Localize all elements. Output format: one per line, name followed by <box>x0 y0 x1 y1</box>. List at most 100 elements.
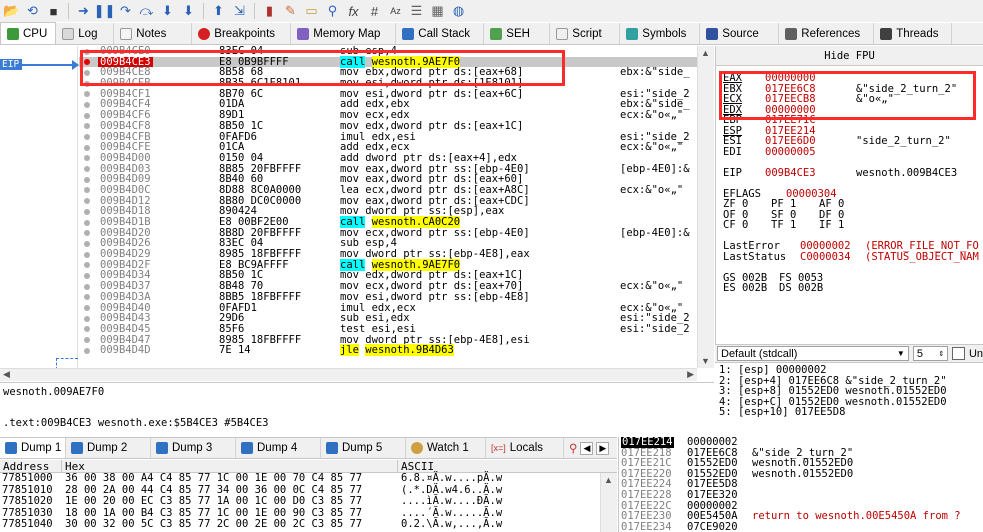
breakpoint-dot-icon[interactable] <box>84 144 90 151</box>
tab-log[interactable]: Log <box>56 23 115 44</box>
scroll-up-icon[interactable]: ▲ <box>604 475 613 485</box>
animate-icon[interactable]: ⇲ <box>230 2 249 21</box>
tab-dump-5[interactable]: Dump 5 <box>321 438 406 458</box>
tab-references[interactable]: References <box>779 23 875 44</box>
register-value[interactable]: C0000034 <box>800 251 851 263</box>
breakpoint-dot-icon[interactable] <box>84 155 90 162</box>
bookmark-icon[interactable]: ⚲ <box>323 2 342 21</box>
argument-row[interactable]: 5: [esp+10] 017EE5D8 <box>719 407 983 418</box>
dump-scrollbar[interactable]: ▲ <box>600 473 617 532</box>
scroll-up-icon[interactable]: ▲ <box>701 48 710 58</box>
register-row[interactable]: EIP 009B4CE3 wesnoth.009B4CE3 <box>723 167 983 179</box>
breakpoint-dot-icon[interactable] <box>84 272 90 279</box>
hash-icon[interactable]: # <box>365 2 384 21</box>
stack-view[interactable]: 017EE214 00000002 017EE218 017EE6C8 &"side_2… <box>618 437 983 532</box>
breakpoint-dot-icon[interactable] <box>84 294 90 301</box>
breakpoint-dot-icon[interactable] <box>84 315 90 322</box>
breakpoint-dot-icon[interactable] <box>84 347 90 354</box>
step-into-icon[interactable]: ↷ <box>116 2 135 21</box>
call-target[interactable]: wesnoth.9B4D63 <box>365 344 454 357</box>
disasm-row[interactable]: 009B4CF8 8B50 1C mov edx,dword ptr ds:[eax… <box>79 121 697 132</box>
open-icon[interactable]: 📂 <box>2 2 21 21</box>
tab-left-icon[interactable]: ◀ <box>580 441 594 455</box>
register-value[interactable]: PF 1 <box>771 199 796 210</box>
arg-count-spinner[interactable]: 5 ⇕ <box>912 346 949 361</box>
register-value[interactable]: TF 1 <box>771 220 796 231</box>
calculator-icon[interactable]: ▦ <box>428 2 447 21</box>
breakpoint-dot-icon[interactable] <box>84 230 90 237</box>
breakpoint-dot-icon[interactable] <box>84 123 90 130</box>
trace-record-icon[interactable]: ⬆ <box>209 2 228 21</box>
tab-dump-1[interactable]: Dump 1 <box>0 438 66 458</box>
font-icon[interactable]: Az <box>386 2 405 21</box>
dump-row[interactable]: 77851000 36 00 38 00 A4 C4 85 77 1C 00 1E… <box>0 472 617 485</box>
breakpoint-dot-icon[interactable] <box>84 240 90 247</box>
breakpoint-dot-icon[interactable] <box>84 283 90 290</box>
breakpoint-dot-icon[interactable] <box>84 337 90 344</box>
argument-row[interactable]: 1: [esp] 00000002 <box>719 365 983 376</box>
arguments-view[interactable]: 1: [esp] 00000002 2: [esp+4] 017EE6C8 &"s… <box>715 362 983 434</box>
tab-memory-map[interactable]: Memory Map <box>291 23 397 44</box>
register-row[interactable]: LastStatus C0000034 (STATUS_OBJECT_NAM <box>723 251 983 263</box>
register-row[interactable]: CF 0 TF 1 IF 1 <box>723 220 983 231</box>
tab-dump-4[interactable]: Dump 4 <box>236 438 321 458</box>
dump-row[interactable]: 77851040 30 00 32 00 5C C3 85 77 2C 00 2E… <box>0 518 617 531</box>
stack-row[interactable]: 017EE228 017EE320 <box>619 490 983 501</box>
tab-symbols[interactable]: Symbols <box>620 23 701 44</box>
breakpoint-dot-icon[interactable] <box>84 251 90 258</box>
scroll-left-icon[interactable]: ◀ <box>3 369 10 380</box>
breakpoint-dot-icon[interactable] <box>84 91 90 98</box>
register-row[interactable] <box>723 157 983 168</box>
patch-icon[interactable]: ▮ <box>260 2 279 21</box>
tab-cpu[interactable]: CPU <box>0 22 57 44</box>
comment-icon[interactable]: ✎ <box>281 2 300 21</box>
breakpoint-dot-icon[interactable] <box>84 326 90 333</box>
breakpoint-dot-icon[interactable] <box>84 166 90 173</box>
tab-seh[interactable]: SEH <box>484 23 551 44</box>
breakpoint-dot-icon[interactable] <box>84 176 90 183</box>
tab-watch-1[interactable]: Watch 1 <box>406 438 486 458</box>
list-icon[interactable]: ☰ <box>407 2 426 21</box>
stack-row[interactable]: 017EE224 017EE5D8 <box>619 479 983 490</box>
tab-call-stack[interactable]: Call Stack <box>396 23 485 44</box>
dump-row[interactable]: 77851020 1E 00 20 00 EC C3 85 77 1A 00 1C… <box>0 495 617 508</box>
breakpoint-dot-icon[interactable] <box>84 208 90 215</box>
globe-icon[interactable]: ◍ <box>449 2 468 21</box>
run-icon[interactable]: ➜ <box>74 2 93 21</box>
stack-row[interactable]: 017EE234 07CE9020 <box>619 522 983 532</box>
tab-threads[interactable]: Threads <box>874 23 953 44</box>
tab-breakpoints[interactable]: Breakpoints <box>192 23 292 44</box>
scroll-down-icon[interactable]: ▼ <box>701 356 710 366</box>
breakpoint-dot-icon[interactable] <box>84 134 90 140</box>
register-row[interactable]: ES 002B DS 002B <box>723 283 983 294</box>
register-row[interactable]: ZF 0 PF 1 AF 0 <box>723 199 983 210</box>
call-convention-select[interactable]: Default (stdcall) ▼ <box>717 346 909 361</box>
disasm-row[interactable]: 009B4D4D 7E 14 jle wesnoth.9B4D63 <box>79 344 697 357</box>
disassembly-scrollbar[interactable]: ▲ ▼ <box>697 46 714 368</box>
disassembly-hscrollbar[interactable]: ◀ ▶ <box>0 368 697 381</box>
dump-view[interactable]: Address Hex ASCII 77851000 36 00 38 00 A4… <box>0 460 617 532</box>
register-row[interactable]: OF 0 SF 0 DF 0 <box>723 209 983 221</box>
register-value[interactable]: 017EE6D0 <box>765 136 816 147</box>
stack-row[interactable]: 017EE230 00E5450A return to wesnoth.00E545… <box>619 511 983 522</box>
register-row[interactable]: EDI 00000005 <box>723 146 983 158</box>
breakpoint-dot-icon[interactable] <box>84 198 90 205</box>
tab-source[interactable]: Source <box>700 23 780 44</box>
struct-icon[interactable]: ⚲ <box>569 441 577 455</box>
register-row[interactable] <box>723 262 983 273</box>
register-value[interactable]: DS 002B <box>779 283 823 294</box>
disasm-row[interactable]: 009B4D00 0150 04 add dword ptr ds:[eax+4],… <box>79 153 697 164</box>
register-value[interactable]: 00000005 <box>765 146 816 158</box>
tab-script[interactable]: Script <box>550 23 621 44</box>
disasm-row[interactable]: 009B4D3A 8BB5 18FBFFFF mov esi,dword ptr s… <box>79 292 697 303</box>
disasm-row[interactable]: 009B4D45 85F6 test esi,esi esi:"side_2 <box>79 324 697 335</box>
label-icon[interactable]: ▭ <box>302 2 321 21</box>
hide-fpu-button[interactable]: Hide FPU <box>716 46 983 66</box>
register-row[interactable]: ESI 017EE6D0 "side_2_turn_2" <box>723 136 983 147</box>
pause-icon[interactable]: ❚❚ <box>94 2 116 21</box>
run-to-user-code-icon[interactable]: ⬇ <box>179 2 198 21</box>
breakpoint-dot-icon[interactable] <box>84 101 90 108</box>
step-over-icon[interactable]: ⤼ <box>137 2 156 21</box>
breakpoint-dot-icon[interactable] <box>84 219 90 226</box>
breakpoint-dot-icon[interactable] <box>84 262 90 269</box>
